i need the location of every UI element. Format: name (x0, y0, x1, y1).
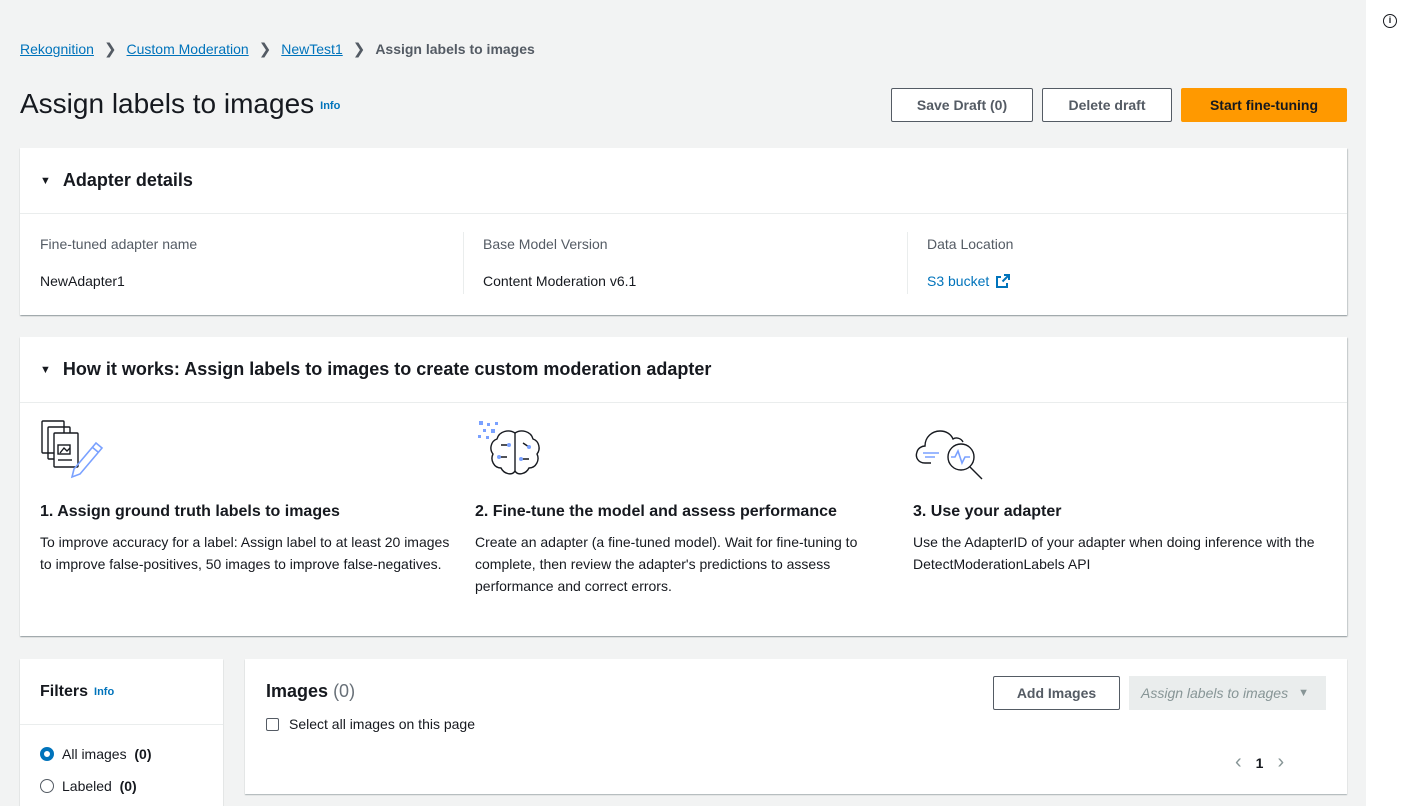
breadcrumb: Rekognition ❯ Custom Moderation ❯ NewTes… (20, 40, 535, 58)
data-location-field: Data Location S3 bucket (927, 236, 1013, 289)
caret-down-icon: ▼ (1298, 687, 1309, 699)
chevron-right-icon[interactable]: › (1277, 751, 1284, 774)
filter-labeled-label: Labeled (62, 778, 112, 794)
chevron-right-icon: ❯ (352, 41, 366, 58)
brain-network-icon (478, 421, 540, 475)
caret-down-icon: ▼ (40, 363, 51, 376)
data-location-label: Data Location (927, 236, 1014, 252)
filter-all-images[interactable]: All images (0) (40, 746, 152, 762)
select-all-label: Select all images on this page (289, 716, 475, 732)
save-draft-button[interactable]: Save Draft (0) (891, 88, 1033, 122)
page-title: Assign labels to images Info (20, 88, 340, 120)
step-3-title: 3. Use your adapter (913, 503, 1062, 520)
breadcrumb-newtest1[interactable]: NewTest1 (281, 41, 342, 57)
external-link-icon (996, 274, 1011, 288)
radio-unselected-icon[interactable] (40, 779, 54, 793)
images-title: Images (0) (266, 681, 355, 702)
caret-down-icon: ▼ (40, 174, 51, 187)
filters-header: Filters Info (20, 659, 223, 725)
step-1-title: 1. Assign ground truth labels to images (40, 503, 340, 520)
info-icon[interactable]: i (1383, 14, 1397, 28)
info-link[interactable]: Info (320, 100, 340, 112)
select-all-row[interactable]: Select all images on this page (266, 716, 475, 732)
data-location-value: S3 bucket (927, 273, 1013, 289)
page-title-text: Assign labels to images (20, 88, 315, 119)
main-content: Rekognition ❯ Custom Moderation ❯ NewTes… (0, 0, 1366, 806)
filters-title: Filters (40, 682, 89, 700)
breadcrumb-custom-moderation[interactable]: Custom Moderation (127, 41, 249, 57)
how-it-works-panel: ▼ How it works: Assign labels to images … (20, 337, 1347, 636)
label-documents-icon (41, 420, 104, 479)
filter-all-label: All images (62, 746, 127, 762)
start-fine-tuning-button[interactable]: Start fine-tuning (1181, 88, 1347, 122)
step-3-text: Use the AdapterID of your adapter when d… (913, 534, 1315, 572)
adapter-name-label: Fine-tuned adapter name (40, 236, 198, 252)
step-2: 2. Fine-tune the model and assess perfor… (475, 419, 885, 597)
filters-panel: Filters Info All images (0) Labeled (0) (20, 659, 223, 806)
filter-all-count: (0) (134, 746, 152, 762)
assign-labels-dropdown-label: Assign labels to images (1141, 685, 1289, 701)
how-it-works-title: How it works: Assign labels to images to… (62, 359, 712, 379)
radio-selected-icon[interactable] (40, 747, 54, 761)
step-3: 3. Use your adapter Use the AdapterID of… (913, 419, 1323, 575)
filters-info-link[interactable]: Info (94, 686, 114, 698)
chevron-right-icon: ❯ (258, 41, 272, 58)
page-number[interactable]: 1 (1256, 755, 1264, 771)
pagination: ‹ 1 › (1235, 751, 1284, 774)
filter-labeled[interactable]: Labeled (0) (40, 778, 137, 794)
add-images-button[interactable]: Add Images (993, 676, 1120, 710)
cloud-search-icon (915, 430, 983, 480)
delete-draft-button[interactable]: Delete draft (1042, 88, 1172, 122)
adapter-details-panel: ▼ Adapter details Fine-tuned adapter nam… (20, 148, 1347, 315)
step-2-title: 2. Fine-tune the model and assess perfor… (475, 503, 837, 520)
select-all-checkbox[interactable] (266, 717, 279, 731)
divider (463, 232, 464, 294)
divider (907, 232, 908, 294)
chevron-left-icon[interactable]: ‹ (1235, 751, 1242, 774)
step-1: 1. Assign ground truth labels to images … (40, 419, 450, 575)
adapter-name-field: Fine-tuned adapter name NewAdapter1 (40, 236, 197, 289)
filter-labeled-count: (0) (119, 778, 137, 794)
images-panel: Images (0) Select all images on this pag… (245, 659, 1347, 794)
step-2-text: Create an adapter (a fine-tuned model). … (475, 534, 858, 594)
how-it-works-header[interactable]: ▼ How it works: Assign labels to images … (20, 337, 1347, 403)
assign-labels-dropdown[interactable]: Assign labels to images ▼ (1129, 676, 1326, 710)
breadcrumb-rekognition[interactable]: Rekognition (20, 41, 94, 57)
s3-bucket-link[interactable]: S3 bucket (927, 273, 1011, 289)
images-title-text: Images (266, 681, 329, 701)
adapter-name-value: NewAdapter1 (40, 273, 125, 289)
adapter-details-title: Adapter details (62, 170, 193, 190)
s3-bucket-link-text: S3 bucket (927, 273, 990, 289)
base-model-field: Base Model Version Content Moderation v6… (483, 236, 636, 289)
step-1-text: To improve accuracy for a label: Assign … (40, 534, 450, 572)
breadcrumb-current: Assign labels to images (375, 41, 535, 57)
base-model-value: Content Moderation v6.1 (483, 273, 637, 289)
images-count: (0) (333, 681, 356, 701)
adapter-details-header[interactable]: ▼ Adapter details (20, 148, 1347, 214)
base-model-label: Base Model Version (483, 236, 608, 252)
chevron-right-icon: ❯ (103, 41, 117, 58)
